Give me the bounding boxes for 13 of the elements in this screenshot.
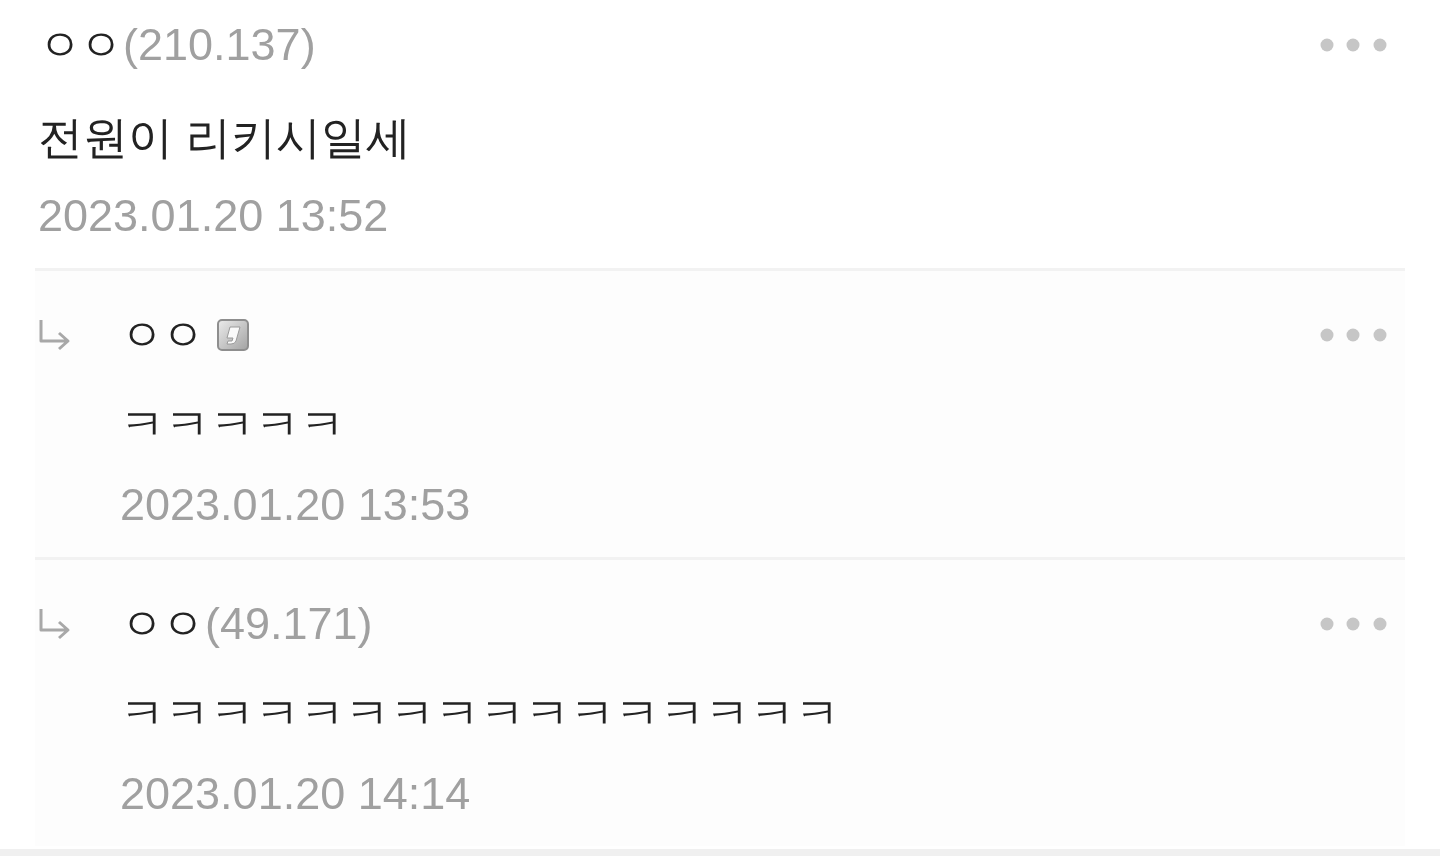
comment-date: 2023.01.20 13:52: [38, 189, 390, 243]
reply-arrow-icon: [38, 319, 72, 351]
reply-arrow-icon: [38, 608, 72, 640]
ip-address: (210.137): [123, 18, 316, 72]
comment-text: ㅋㅋㅋㅋㅋㅋㅋㅋㅋㅋㅋㅋㅋㅋㅋㅋ: [120, 687, 841, 741]
author-name: ㅇㅇ: [120, 598, 203, 650]
comment-date: 2023.01.20 14:14: [120, 767, 472, 821]
author-name: ㅇㅇ: [38, 19, 121, 71]
comment-text: 전원이 리키시일세: [38, 111, 412, 165]
comment-text: ㅋㅋㅋㅋㅋ: [120, 398, 346, 452]
author-name: ㅇㅇ: [120, 309, 203, 361]
ip-address: (49.171): [205, 597, 373, 651]
comment-date: 2023.01.20 13:53: [120, 478, 472, 532]
